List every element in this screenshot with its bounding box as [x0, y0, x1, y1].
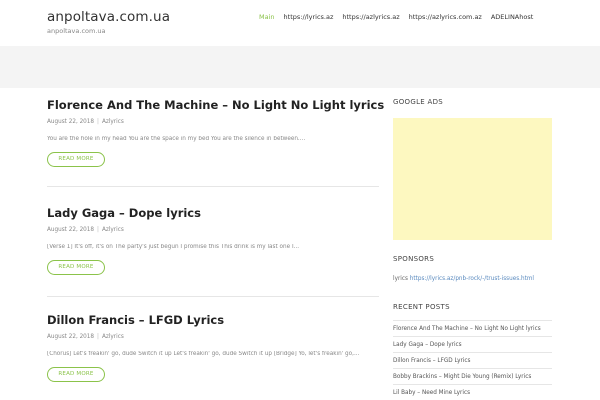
post-divider — [47, 186, 379, 187]
nav-item-azlyrics-com-az[interactable]: https://azlyrics.com.az — [409, 13, 482, 21]
post-date[interactable]: August 22, 2018 — [47, 227, 94, 233]
post-excerpt: [Chorus] Let's freakin' go, dude Switch … — [47, 351, 360, 357]
post-meta: August 22, 2018 | Azlyrics — [47, 119, 379, 125]
recent-post-link[interactable]: Lady Gaga – Dope lyrics — [393, 336, 552, 352]
post-divider — [47, 296, 379, 297]
post-item: Florence And The Machine – No Light No L… — [47, 98, 384, 167]
nav-item-adelinahost[interactable]: ADELINAhost — [491, 13, 533, 21]
nav-item-azlyrics-az[interactable]: https://azlyrics.az — [342, 13, 399, 21]
recent-post-link[interactable]: Bobby Brackins – Might Die Young (Remix)… — [393, 368, 552, 384]
meta-separator: | — [97, 119, 99, 125]
sponsor-link[interactable]: https://lyrics.az/pnb-rock/-/trust-issue… — [410, 276, 534, 282]
post-author[interactable]: Azlyrics — [102, 334, 124, 340]
post-author[interactable]: Azlyrics — [102, 227, 124, 233]
post-title[interactable]: Dillon Francis – LFGD Lyrics — [47, 313, 379, 327]
read-more-button[interactable]: READ MORE — [47, 260, 105, 275]
nav-item-lyrics-az[interactable]: https://lyrics.az — [284, 13, 334, 21]
recent-post-link[interactable]: Lil Baby – Need Mine Lyrics — [393, 384, 552, 400]
post-meta: August 22, 2018 | Azlyrics — [47, 227, 379, 233]
google-ads-title: GOOGLE ADS — [393, 98, 444, 106]
sponsor-line: lyrics https://lyrics.az/pnb-rock/-/trus… — [393, 276, 534, 282]
read-more-button[interactable]: READ MORE — [47, 152, 105, 167]
page-banner — [0, 46, 600, 88]
post-date[interactable]: August 22, 2018 — [47, 119, 94, 125]
main-nav: Main https://lyrics.az https://azlyrics.… — [259, 13, 542, 21]
site-header: anpoltava.com.ua anpoltava.com.ua Main h… — [0, 0, 600, 46]
post-title[interactable]: Florence And The Machine – No Light No L… — [47, 98, 384, 112]
post-item: Lady Gaga – Dope lyrics August 22, 2018 |… — [47, 206, 379, 275]
recent-posts-list: Florence And The Machine – No Light No L… — [393, 320, 552, 400]
ad-placeholder[interactable] — [393, 118, 552, 240]
recent-posts-title: RECENT POSTS — [393, 303, 450, 311]
site-description: anpoltava.com.ua — [47, 27, 106, 35]
meta-separator: | — [97, 334, 99, 340]
post-item: Dillon Francis – LFGD Lyrics August 22, … — [47, 313, 379, 382]
recent-post-link[interactable]: Florence And The Machine – No Light No L… — [393, 320, 552, 336]
meta-separator: | — [97, 227, 99, 233]
post-meta: August 22, 2018 | Azlyrics — [47, 334, 379, 340]
sponsor-prefix: lyrics — [393, 276, 408, 282]
sponsors-title: SPONSORS — [393, 255, 435, 263]
read-more-button[interactable]: READ MORE — [47, 367, 105, 382]
nav-item-main[interactable]: Main — [259, 13, 275, 21]
recent-post-link[interactable]: Dillon Francis – LFGD Lyrics — [393, 352, 552, 368]
post-date[interactable]: August 22, 2018 — [47, 334, 94, 340]
post-author[interactable]: Azlyrics — [102, 119, 124, 125]
post-excerpt: [Verse 1] It's off, it's on The party's … — [47, 244, 300, 250]
post-title[interactable]: Lady Gaga – Dope lyrics — [47, 206, 379, 220]
post-excerpt: You are the hole in my head You are the … — [47, 136, 306, 142]
site-title[interactable]: anpoltava.com.ua — [47, 9, 170, 25]
